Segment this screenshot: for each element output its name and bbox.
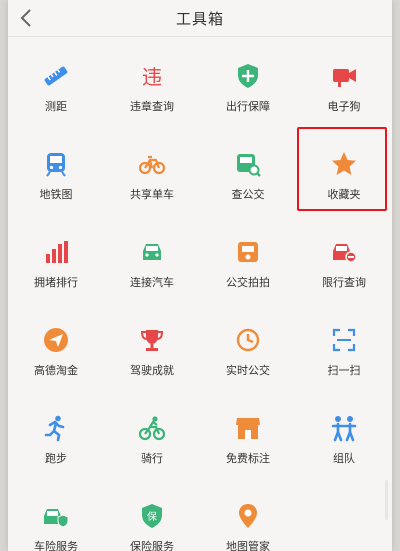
tool-connect-car[interactable]: 连接汽车 — [104, 226, 200, 314]
tool-label: 查公交 — [231, 188, 265, 201]
tool-label: 免费标注 — [226, 452, 270, 465]
tool-speed-camera[interactable]: 电子狗 — [296, 50, 392, 138]
star-icon — [330, 150, 358, 178]
car-restricted-icon — [330, 238, 358, 266]
bar-chart-icon — [42, 238, 70, 266]
bicycle-icon — [138, 150, 166, 178]
tool-running[interactable]: 跑步 — [8, 402, 104, 490]
tool-team-up[interactable]: 组队 — [296, 402, 392, 490]
map-pin-icon — [234, 502, 262, 530]
tool-label: 车险服务 — [34, 540, 78, 551]
tool-label: 公交拍拍 — [226, 276, 270, 289]
header: 工具箱 — [8, 0, 392, 36]
scan-icon — [330, 326, 358, 354]
tool-restriction-query[interactable]: 限行查询 — [296, 226, 392, 314]
car-insurance-icon — [42, 502, 70, 530]
chevron-left-icon — [20, 9, 31, 27]
tool-label: 高德淘金 — [34, 364, 78, 377]
tool-cycling[interactable]: 骑行 — [104, 402, 200, 490]
tool-label: 地图管家 — [226, 540, 270, 551]
group-icon — [330, 414, 358, 442]
insurance-shield-icon: 保 — [138, 502, 166, 530]
tool-violation-query[interactable]: 违 违章查询 — [104, 50, 200, 138]
tool-label: 限行查询 — [322, 276, 366, 289]
paper-plane-icon — [42, 326, 70, 354]
tool-label: 连接汽车 — [130, 276, 174, 289]
tool-label: 拥堵排行 — [34, 276, 78, 289]
svg-text:保: 保 — [147, 510, 157, 523]
bus-search-icon — [234, 150, 262, 178]
tool-subway-map[interactable]: 地铁图 — [8, 138, 104, 226]
car-icon — [138, 238, 166, 266]
svg-text:违: 违 — [142, 65, 162, 89]
tool-free-marking[interactable]: 免费标注 — [200, 402, 296, 490]
tool-map-manager[interactable]: 地图管家 — [200, 490, 296, 551]
tool-label: 共享单车 — [130, 188, 174, 201]
bus-camera-icon — [234, 238, 262, 266]
ruler-icon — [42, 62, 70, 90]
tool-label: 保险服务 — [130, 540, 174, 551]
tool-travel-protection[interactable]: 出行保障 — [200, 50, 296, 138]
scroll-indicator — [385, 480, 388, 520]
violation-icon: 违 — [138, 62, 166, 90]
tool-congestion-ranking[interactable]: 拥堵排行 — [8, 226, 104, 314]
tool-driving-achievement[interactable]: 驾驶成就 — [104, 314, 200, 402]
tool-label: 收藏夹 — [327, 188, 361, 201]
screen: 工具箱 测距 违 违章查询 出行保障 电子狗 地铁图 共享单车 查公交 收藏夹 … — [8, 0, 392, 551]
trophy-icon — [138, 326, 166, 354]
tool-label: 违章查询 — [130, 100, 174, 113]
tool-label: 跑步 — [45, 452, 67, 465]
tool-label: 组队 — [333, 452, 355, 465]
cyclist-icon — [138, 414, 166, 442]
tool-bus-query[interactable]: 查公交 — [200, 138, 296, 226]
tool-scan[interactable]: 扫一扫 — [296, 314, 392, 402]
subway-icon — [42, 150, 70, 178]
tool-label: 测距 — [45, 100, 67, 113]
tool-label: 电子狗 — [327, 100, 361, 113]
page-title: 工具箱 — [175, 9, 224, 28]
tool-label: 扫一扫 — [327, 364, 361, 377]
shield-plus-icon — [234, 62, 262, 90]
shop-icon — [234, 414, 262, 442]
tool-shared-bike[interactable]: 共享单车 — [104, 138, 200, 226]
tool-distance[interactable]: 测距 — [8, 50, 104, 138]
tool-label: 地铁图 — [39, 188, 73, 201]
tool-label: 实时公交 — [226, 364, 270, 377]
tool-realtime-bus[interactable]: 实时公交 — [200, 314, 296, 402]
header-divider — [8, 36, 392, 37]
tool-label: 骑行 — [141, 452, 163, 465]
clock-icon — [234, 326, 262, 354]
tool-grid: 测距 违 违章查询 出行保障 电子狗 地铁图 共享单车 查公交 收藏夹 拥堵排行… — [8, 50, 392, 551]
back-button[interactable] — [14, 6, 38, 30]
camera-icon — [330, 62, 358, 90]
runner-icon — [42, 414, 70, 442]
tool-label: 出行保障 — [226, 100, 270, 113]
tool-bus-photo[interactable]: 公交拍拍 — [200, 226, 296, 314]
tool-label: 驾驶成就 — [130, 364, 174, 377]
tool-insurance-service[interactable]: 保 保险服务 — [104, 490, 200, 551]
tool-car-insurance[interactable]: 车险服务 — [8, 490, 104, 551]
tool-amap-gold[interactable]: 高德淘金 — [8, 314, 104, 402]
tool-favorites[interactable]: 收藏夹 — [296, 138, 392, 226]
